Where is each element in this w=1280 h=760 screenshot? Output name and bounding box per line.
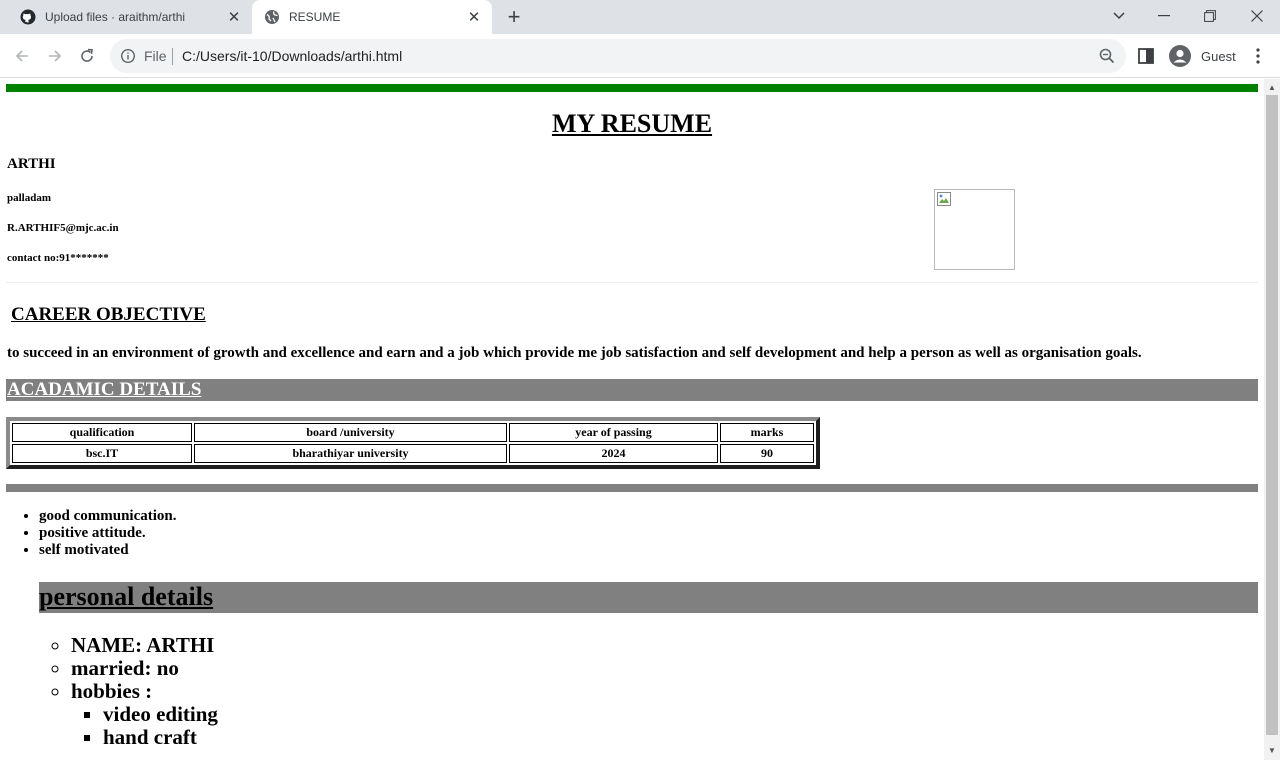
- academic-table: qualification board /university year of …: [6, 417, 820, 469]
- table-header-cell: marks: [720, 423, 814, 442]
- table-cell: bsc.IT: [12, 444, 192, 463]
- tab-search-button[interactable]: [1096, 0, 1142, 32]
- close-window-button[interactable]: [1234, 0, 1280, 32]
- page-title: MY RESUME: [551, 109, 713, 138]
- table-header-cell: year of passing: [509, 423, 718, 442]
- tab-strip: Upload files · araithm/arthi ✕ RESUME ✕ …: [0, 0, 1280, 34]
- minimize-button[interactable]: [1141, 0, 1187, 32]
- tab-title: RESUME: [289, 10, 341, 24]
- personal-heading-band: personal details: [39, 582, 1258, 613]
- page-viewport: MY RESUME ARTHI palladam R.ARTHIF5@mjc.a…: [0, 79, 1264, 760]
- contact-text: contact no:91*******: [7, 252, 109, 264]
- info-icon[interactable]: [120, 48, 136, 64]
- list-item: hand craft: [103, 726, 218, 749]
- github-icon: [20, 9, 36, 25]
- divider: [172, 48, 173, 65]
- more-vertical-icon: [1256, 48, 1260, 64]
- arrow-left-icon: [15, 50, 28, 62]
- table-cell: 2024: [509, 444, 718, 463]
- top-green-bar: [6, 84, 1258, 92]
- globe-icon: [265, 10, 279, 24]
- restore-button[interactable]: [1187, 0, 1233, 32]
- section-divider-bar: [6, 484, 1258, 492]
- personal-details-heading: personal details: [39, 582, 214, 611]
- table-row: bsc.IT bharathiyar university 2024 90: [12, 444, 814, 463]
- reload-button[interactable]: [73, 42, 101, 70]
- restore-icon: [1204, 10, 1216, 22]
- tab-upload-files[interactable]: Upload files · araithm/arthi ✕: [8, 0, 252, 34]
- close-icon[interactable]: ✕: [464, 7, 484, 27]
- list-item: video editing: [103, 703, 218, 726]
- vertical-scrollbar[interactable]: ▲ ▼: [1264, 79, 1280, 760]
- list-item: married: no: [71, 657, 218, 680]
- browser-toolbar: File C:/Users/it-10/Downloads/arthi.html…: [0, 34, 1280, 78]
- address-bar[interactable]: File C:/Users/it-10/Downloads/arthi.html: [110, 39, 1126, 73]
- scroll-down-icon[interactable]: ▼: [1267, 746, 1277, 756]
- hobbies-label: hobbies :: [71, 679, 153, 703]
- list-item: positive attitude.: [39, 525, 177, 542]
- scroll-up-icon[interactable]: ▲: [1267, 83, 1277, 93]
- zoom-icon[interactable]: [1098, 47, 1116, 65]
- tab-title: Upload files · araithm/arthi: [45, 10, 186, 24]
- broken-image-icon: [937, 192, 951, 206]
- career-objective-heading: CAREER OBJECTIVE: [11, 304, 206, 325]
- scrollbar-thumb[interactable]: [1266, 95, 1278, 735]
- list-item: self motivated: [39, 542, 177, 559]
- forward-button[interactable]: [41, 42, 69, 70]
- menu-button[interactable]: [1249, 47, 1267, 65]
- list-item: good communication.: [39, 508, 177, 525]
- table-cell: bharathiyar university: [194, 444, 507, 463]
- academic-heading-band: ACADAMIC DETAILS: [6, 379, 1258, 401]
- academic-heading: ACADAMIC DETAILS: [7, 379, 202, 400]
- close-icon: [1251, 10, 1263, 22]
- table-header-cell: qualification: [12, 423, 192, 442]
- reload-icon: [81, 48, 93, 62]
- address-text: palladam: [7, 192, 52, 204]
- back-button[interactable]: [8, 42, 36, 70]
- divider: [6, 282, 1258, 283]
- arrow-right-icon: [49, 50, 62, 62]
- list-item: hobbies : video editing hand craft: [71, 679, 218, 749]
- personal-details-list: NAME: ARTHI married: no hobbies : video …: [39, 634, 218, 749]
- avatar-icon: [1169, 45, 1191, 67]
- tab-resume[interactable]: RESUME ✕: [252, 0, 492, 34]
- list-item: NAME: ARTHI: [71, 634, 218, 657]
- skills-list: good communication. positive attitude. s…: [6, 508, 177, 559]
- chevron-down-icon: [1113, 12, 1125, 20]
- minimize-icon: [1158, 15, 1170, 17]
- table-cell: 90: [720, 444, 814, 463]
- close-icon[interactable]: ✕: [224, 7, 244, 27]
- resume-name: ARTHI: [7, 156, 56, 172]
- career-objective-text: to succeed in an environment of growth a…: [7, 345, 1142, 361]
- profile-label: Guest: [1201, 48, 1236, 64]
- hobbies-list: video editing hand craft: [71, 703, 218, 749]
- scheme-label: File: [144, 48, 167, 64]
- table-header-row: qualification board /university year of …: [12, 423, 814, 442]
- side-panel-icon[interactable]: [1137, 47, 1155, 65]
- email-text: R.ARTHIF5@mjc.ac.in: [7, 222, 119, 234]
- new-tab-button[interactable]: +: [503, 6, 525, 28]
- table-header-cell: board /university: [194, 423, 507, 442]
- url-text[interactable]: C:/Users/it-10/Downloads/arthi.html: [182, 48, 402, 64]
- profile-photo: [934, 189, 1015, 270]
